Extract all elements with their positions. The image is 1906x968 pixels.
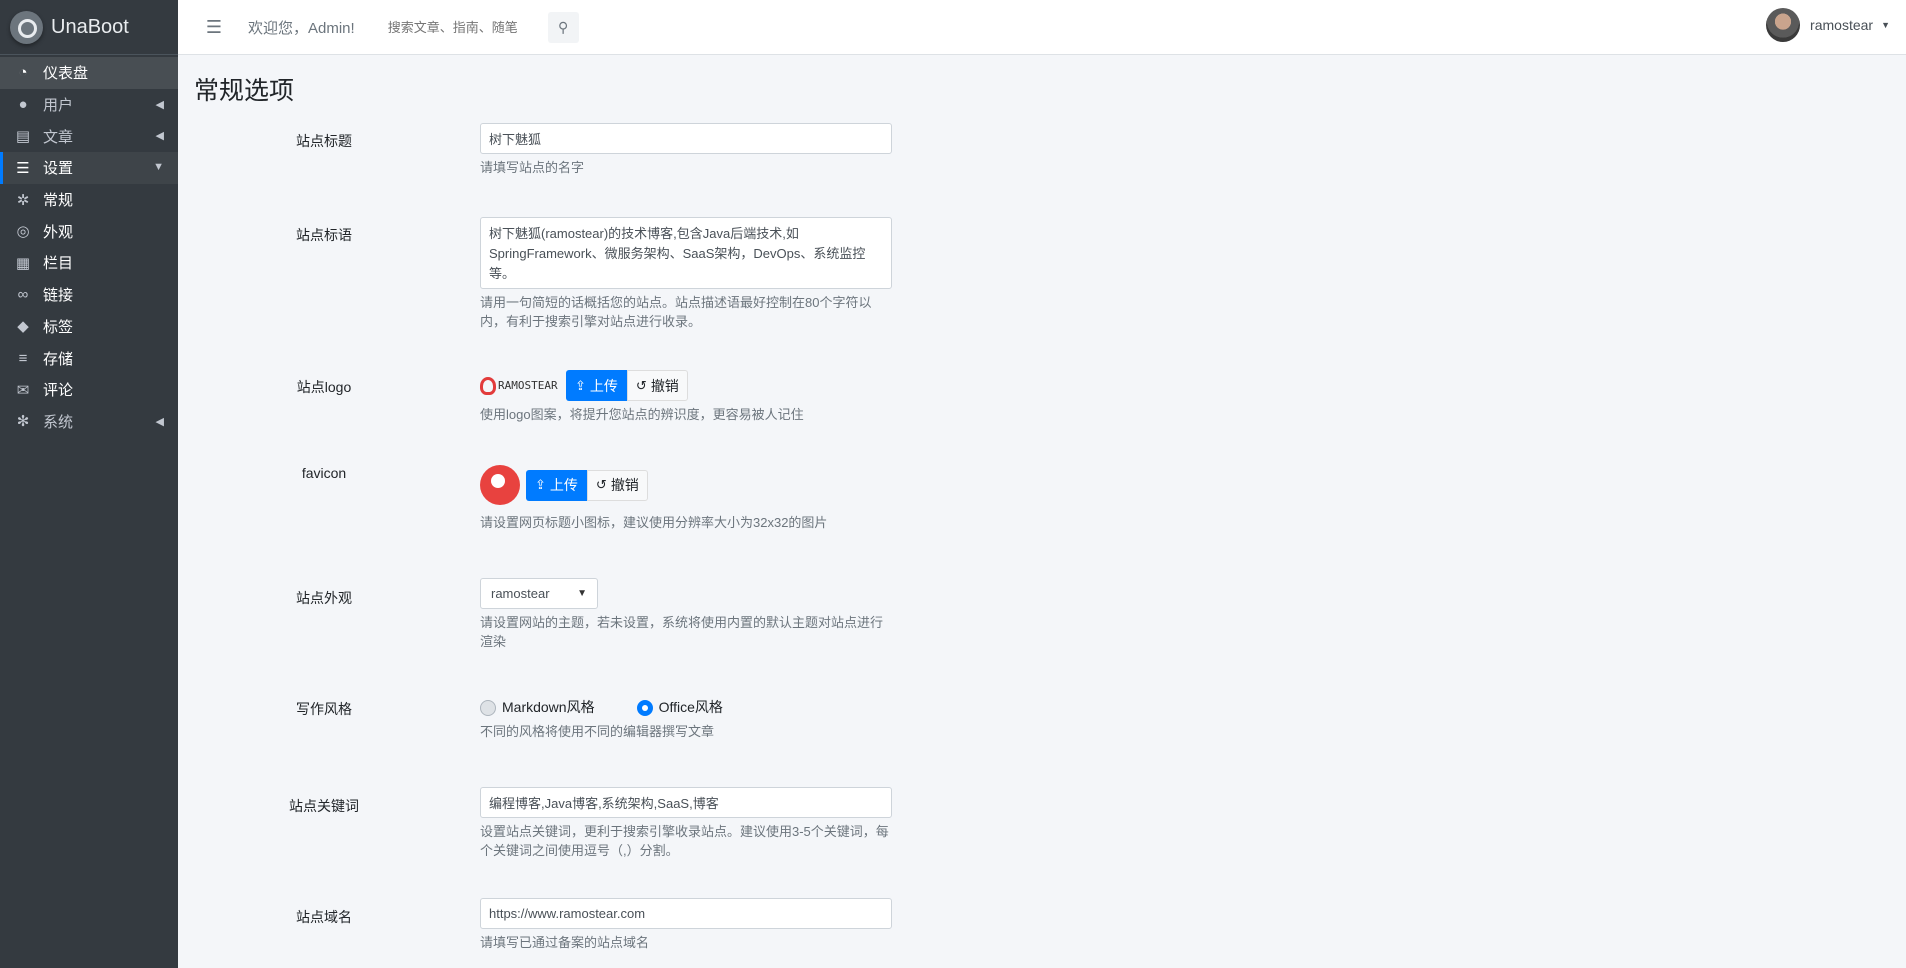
chevron-left-icon: ◀ <box>155 98 164 111</box>
username: ramostear <box>1810 17 1874 33</box>
undo-icon: ↺ <box>595 477 607 492</box>
writing-style-label: 写作风格 <box>296 701 352 717</box>
site-title-input[interactable]: 树下魅狐 <box>480 123 892 154</box>
brand-logo-icon <box>10 10 43 44</box>
sidebar-item-articles[interactable]: ▤ 文章 ◀ <box>0 120 178 152</box>
writing-style-help: 不同的风格将使用不同的编辑器撰写文章 <box>480 724 715 739</box>
dashboard-icon: ◔ <box>18 64 28 82</box>
sidebar-item-storage[interactable]: ≡ 存储 <box>0 342 178 374</box>
comments-icon: ✉ <box>16 381 30 399</box>
users-icon: ● <box>18 96 28 114</box>
sidebar-item-general[interactable]: ✲ 常规 <box>0 184 178 216</box>
favicon-upload-button[interactable]: ⇪ 上传 <box>526 469 587 501</box>
sidebar-item-label: 存储 <box>43 350 74 368</box>
theme-label: 站点外观 <box>296 590 352 606</box>
radio-markdown[interactable]: Markdown风格 <box>480 697 595 717</box>
favicon-undo-button[interactable]: ↺ 撤销 <box>586 469 648 501</box>
favicon-help: 请设置网页标题小图标，建议使用分辨率大小为32x32的图片 <box>480 515 828 530</box>
logo-upload-button[interactable]: ⇪ 上传 <box>566 370 627 401</box>
server-icon: ≡ <box>18 349 28 367</box>
keywords-label: 站点关键词 <box>289 798 359 814</box>
upload-label: 上传 <box>549 477 578 493</box>
upload-label: 上传 <box>589 377 618 394</box>
avatar <box>1766 8 1801 42</box>
theme-help: 请设置网站的主题，若未设置，系统将使用内置的默认主题对站点进行渲染 <box>480 615 884 649</box>
brand-link[interactable]: UnaBoot <box>0 0 178 55</box>
sidebar-item-appearance[interactable]: ◎ 外观 <box>0 215 178 247</box>
favicon-image <box>480 465 520 505</box>
search-input[interactable] <box>387 11 548 43</box>
radio-office[interactable]: Office风格 <box>636 697 723 717</box>
site-logo-label: 站点logo <box>296 379 352 395</box>
cogs-icon: ✻ <box>16 413 30 431</box>
welcome-text: 欢迎您，Admin! <box>248 19 355 37</box>
sidebar-item-links[interactable]: ∞ 链接 <box>0 279 178 311</box>
domain-help: 请填写已通过备案的站点域名 <box>480 935 650 950</box>
keywords-help: 设置站点关键词，更利于搜索引擎收录站点。建议使用3-5个关键词，每个关键词之间使… <box>480 824 889 858</box>
chevron-left-icon: ◀ <box>155 415 164 428</box>
favicon-label: favicon <box>301 465 347 481</box>
sliders-icon: ☰ <box>16 159 30 177</box>
search-form: ⚲ <box>387 11 579 43</box>
sidebar-item-dashboard[interactable]: ◔ 仪表盘 <box>0 57 178 89</box>
undo-label: 撤销 <box>650 377 679 394</box>
site-title-label: 站点标题 <box>296 133 352 149</box>
sidebar-item-tags[interactable]: ◆ 标签 <box>0 311 178 343</box>
page-title: 常规选项 <box>194 77 295 105</box>
logo-text: RAMOSTEAR <box>498 379 558 392</box>
domain-input[interactable]: https://www.ramostear.com <box>480 898 892 929</box>
sidebar-item-label: 常规 <box>43 192 74 210</box>
undo-label: 撤销 <box>610 477 639 493</box>
sidebar-item-system[interactable]: ✻ 系统 ◀ <box>0 406 178 438</box>
radio-markdown-label: Markdown风格 <box>502 699 595 715</box>
sidebar-item-label: 栏目 <box>43 255 74 273</box>
document-icon: ▤ <box>15 128 31 146</box>
site-slogan-help: 请用一句简短的话概括您的站点。站点描述语最好控制在80个字符以内，有利于搜索引擎… <box>480 295 872 329</box>
sidebar-item-users[interactable]: ● 用户 ◀ <box>0 89 178 121</box>
caret-down-icon: ▼ <box>1881 20 1890 30</box>
logo-undo-button[interactable]: ↺ 撤销 <box>626 370 688 401</box>
topbar: ☰ 欢迎您，Admin! ⚲ ramostear ▼ <box>178 0 1906 55</box>
site-title-help: 请填写站点的名字 <box>480 160 585 175</box>
sidebar-item-label: 仪表盘 <box>43 65 89 83</box>
gear-icon: ✲ <box>16 191 30 209</box>
search-icon[interactable]: ⚲ <box>547 11 579 43</box>
radio-office-label: Office风格 <box>658 699 723 715</box>
sidebar: UnaBoot ◔ 仪表盘 ● 用户 ◀ ▤ 文章 ◀ ☰ 设置 ▼ ✲ 常规 … <box>0 0 178 968</box>
sidebar-nav: ◔ 仪表盘 ● 用户 ◀ ▤ 文章 ◀ ☰ 设置 ▼ ✲ 常规 ◎ 外观 ▦ 栏… <box>0 57 178 437</box>
user-menu[interactable]: ramostear ▼ <box>1766 8 1890 42</box>
site-logo-image: RAMOSTEAR <box>480 373 560 399</box>
theme-select-value: ramostear <box>491 586 550 601</box>
brand-name: UnaBoot <box>51 15 129 38</box>
grid-icon: ▦ <box>15 254 31 272</box>
sidebar-item-columns[interactable]: ▦ 栏目 <box>0 247 178 279</box>
keywords-input[interactable]: 编程博客,Java博客,系统架构,SaaS,博客 <box>480 787 892 818</box>
upload-icon: ⇪ <box>575 377 586 393</box>
site-logo-help: 使用logo图案，将提升您站点的辨识度，更容易被人记住 <box>480 407 804 422</box>
radio-circle-icon <box>480 700 496 716</box>
sidebar-item-label: 标签 <box>43 318 74 336</box>
site-slogan-textarea[interactable]: 树下魅狐(ramostear)的技术博客,包含Java后端技术,如SpringF… <box>480 217 892 289</box>
domain-label: 站点域名 <box>296 909 352 925</box>
sidebar-item-label: 外观 <box>43 223 74 241</box>
theme-select[interactable]: ramostear ▼ <box>480 578 598 609</box>
menu-toggle-icon[interactable]: ☰ <box>200 17 228 38</box>
site-slogan-label: 站点标语 <box>296 227 352 243</box>
sidebar-item-comments[interactable]: ✉ 评论 <box>0 374 178 406</box>
link-icon: ∞ <box>17 286 29 304</box>
undo-icon: ↺ <box>635 377 647 393</box>
upload-icon: ⇪ <box>535 477 546 492</box>
main-content: 常规选项 站点标题 树下魅狐 请填写站点的名字 站点标语 树下魅狐(ramost… <box>178 55 1906 968</box>
chevron-left-icon: ◀ <box>155 130 164 143</box>
tags-icon: ◆ <box>17 318 29 336</box>
chrome-icon: ◎ <box>16 223 30 241</box>
sidebar-item-label: 链接 <box>43 287 74 305</box>
sidebar-item-settings[interactable]: ☰ 设置 ▼ <box>0 152 178 184</box>
chevron-down-icon: ▼ <box>153 161 164 174</box>
chevron-down-icon: ▼ <box>577 588 587 599</box>
logo-mark-icon <box>480 376 496 395</box>
radio-checked-icon <box>636 700 653 716</box>
sidebar-item-label: 评论 <box>43 382 74 400</box>
